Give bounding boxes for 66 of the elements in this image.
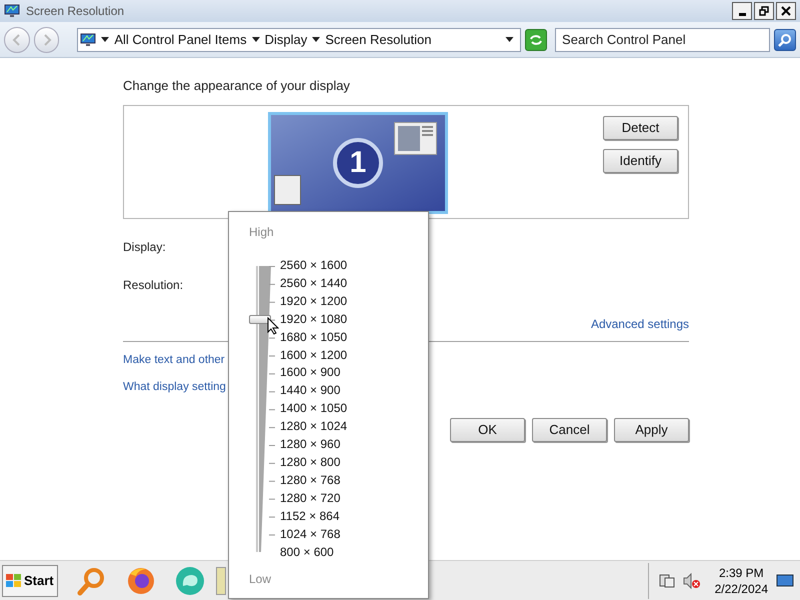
dialog-button[interactable]: Identify [603, 148, 678, 172]
monitor-icon [80, 32, 96, 46]
resolution-option[interactable]: 1280 × 800 [280, 454, 348, 472]
advanced-settings-link[interactable]: Advanced settings [590, 314, 689, 332]
restore-button[interactable] [754, 2, 774, 20]
caret-icon[interactable] [101, 36, 110, 42]
field-label: Display: [123, 238, 166, 256]
text-size-link[interactable]: Make text and other [123, 352, 225, 369]
mouse-pointer-icon [267, 316, 279, 335]
resolution-option[interactable]: 1400 × 1050 [280, 400, 348, 418]
muted-speaker-icon[interactable] [682, 572, 701, 588]
dialog-button[interactable]: Detect [603, 116, 678, 140]
browser-icon[interactable] [126, 566, 156, 596]
dialog-button[interactable]: Apply [614, 418, 689, 442]
resolution-option[interactable]: 1680 × 1050 [280, 328, 348, 347]
window-thumbnail [274, 174, 301, 204]
resolution-option[interactable]: 800 × 600 [280, 544, 348, 562]
high-label: High [249, 224, 275, 241]
window-thumbnail [394, 122, 437, 154]
low-label: Low [249, 571, 272, 588]
resolution-option[interactable]: 1280 × 1024 [280, 418, 348, 436]
slider-thumb[interactable] [249, 315, 271, 324]
caret-icon[interactable] [312, 36, 320, 42]
resolution-option[interactable]: 2560 × 1440 [280, 274, 348, 293]
monitor-icon [4, 4, 20, 18]
close-button[interactable] [776, 2, 796, 20]
refresh-button[interactable] [525, 28, 548, 50]
window-title: Screen Resolution [26, 3, 124, 20]
resolution-option[interactable]: 1280 × 720 [280, 490, 348, 508]
monitor-drawing[interactable]: 1 [268, 112, 448, 214]
monitor-number: 1 [350, 145, 366, 181]
breadcrumb[interactable]: All Control Panel Items [114, 30, 247, 50]
resolution-option[interactable]: 1152 × 864 [280, 508, 348, 526]
start-button[interactable]: Start [2, 564, 58, 596]
resolution-option[interactable]: 1600 × 1200 [280, 346, 348, 364]
refresh-icon [529, 34, 544, 46]
breadcrumb[interactable]: Screen Resolution [325, 30, 432, 50]
minimize-icon [738, 12, 746, 16]
resolution-option[interactable]: 2560 × 1600 [280, 257, 348, 275]
resolution-option[interactable]: 1280 × 768 [280, 472, 348, 490]
resolution-option[interactable]: 1920 × 1200 [280, 292, 348, 311]
breadcrumb[interactable]: Display [264, 30, 308, 50]
caret-icon[interactable] [505, 36, 514, 42]
field-label: Resolution: [123, 276, 184, 294]
show-desktop-icon[interactable] [776, 574, 794, 588]
search-button[interactable] [774, 28, 796, 50]
close-icon [781, 6, 791, 16]
caret-icon[interactable] [252, 36, 260, 42]
resolution-option[interactable]: 1024 × 768 [280, 526, 348, 544]
dialog-button[interactable]: Cancel [532, 418, 607, 442]
dialog-button[interactable]: OK [450, 418, 525, 442]
windows-logo-icon [6, 574, 22, 588]
minimize-button[interactable] [732, 2, 752, 20]
search-field[interactable]: Search Control Panel [555, 28, 770, 52]
resolution-option[interactable]: 1600 × 900 [280, 364, 348, 382]
clock-date[interactable]: 2/22/2024 [714, 580, 768, 596]
search-icon [778, 32, 792, 46]
resolution-option[interactable]: 1280 × 960 [280, 436, 348, 454]
resolution-option[interactable]: 1440 × 900 [280, 382, 348, 400]
network-icon[interactable] [658, 572, 675, 588]
restore-icon [759, 6, 769, 16]
display-settings-link[interactable]: What display setting [123, 378, 226, 396]
address-field[interactable]: All Control Panel Items Display Screen Resolution [77, 28, 522, 52]
clock-time[interactable]: 2:39 PM [718, 564, 764, 580]
resolution-option[interactable]: 1920 × 1080 [280, 310, 348, 329]
heading: Change the appearance of your display [123, 77, 351, 95]
